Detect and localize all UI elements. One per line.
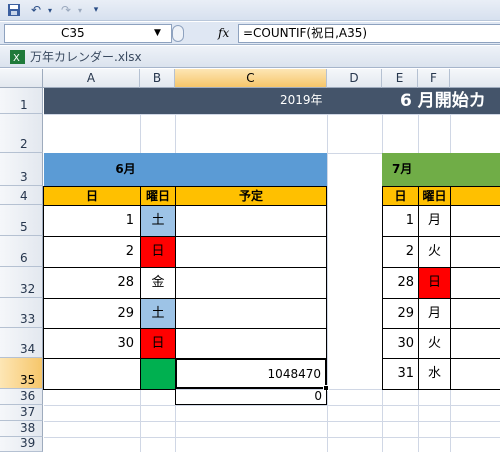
july-day-cell[interactable]: 28 bbox=[382, 267, 419, 299]
july-weekday-cell[interactable]: 火 bbox=[418, 328, 451, 359]
july-weekday-cell[interactable]: 日 bbox=[418, 267, 451, 299]
row-header-5[interactable]: 5 bbox=[0, 205, 43, 236]
july-day-cell[interactable]: 30 bbox=[382, 328, 419, 359]
customize-icon[interactable]: ▾ bbox=[88, 3, 104, 18]
july-month-label: 7月 bbox=[392, 162, 413, 176]
july-plan-cell[interactable] bbox=[450, 205, 500, 237]
row-number: 35 bbox=[20, 373, 36, 387]
july-plan-cell[interactable] bbox=[450, 236, 500, 268]
formula-input[interactable]: =COUNTIF(祝日,A35) bbox=[238, 24, 500, 43]
june-weekday-cell[interactable]: 日 bbox=[140, 328, 176, 359]
june-plan-cell[interactable] bbox=[175, 267, 327, 299]
workbook-title-bar: X 万年カレンダー.xlsx bbox=[0, 46, 500, 68]
calendar-title[interactable]: 6 月開始カ bbox=[400, 88, 486, 114]
july-day-cell[interactable]: 29 bbox=[382, 298, 419, 329]
fx-button[interactable]: fx bbox=[218, 24, 229, 43]
july-weekday-cell[interactable]: 水 bbox=[418, 358, 451, 390]
june-day-cell[interactable]: 28 bbox=[43, 267, 141, 299]
row-number: 2 bbox=[20, 137, 28, 151]
row-number: 32 bbox=[20, 282, 36, 296]
excel-file-icon: X bbox=[10, 50, 25, 64]
row-header-35[interactable]: 35 bbox=[0, 358, 43, 389]
row-header-34[interactable]: 34 bbox=[0, 328, 43, 358]
row-number: 39 bbox=[20, 436, 36, 450]
column-header-d[interactable]: D bbox=[327, 69, 382, 88]
select-all-corner[interactable] bbox=[0, 69, 43, 88]
name-box[interactable]: C35 bbox=[4, 24, 172, 43]
july-day-cell[interactable]: 2 bbox=[382, 236, 419, 268]
year-label[interactable]: 2019年 bbox=[280, 88, 323, 114]
column-header-c[interactable]: C bbox=[175, 69, 327, 88]
svg-text:X: X bbox=[13, 53, 20, 64]
column-header-b[interactable]: B bbox=[140, 69, 175, 88]
june-day-cell[interactable]: 2 bbox=[43, 236, 141, 268]
save-icon[interactable] bbox=[6, 3, 22, 18]
july-day-cell[interactable]: 31 bbox=[382, 358, 419, 390]
july-weekday-header[interactable]: 曜日 bbox=[418, 186, 451, 206]
formula-bar: C35 ▼ fx =COUNTIF(祝日,A35) bbox=[0, 22, 500, 45]
june-day-cell[interactable]: 29 bbox=[43, 298, 141, 329]
july-weekday-cell[interactable]: 月 bbox=[418, 205, 451, 237]
row-number: 5 bbox=[20, 220, 28, 234]
row-number: 37 bbox=[20, 405, 36, 419]
june-plan-header[interactable]: 予定 bbox=[175, 186, 327, 206]
quick-access-toolbar: ↶ ▾ ↷ ▾ ▾ bbox=[0, 0, 500, 21]
row-number: 6 bbox=[20, 251, 28, 265]
july-plan-cell[interactable] bbox=[450, 267, 500, 299]
july-plan-header[interactable] bbox=[450, 186, 500, 206]
row-header-1[interactable]: 1 bbox=[0, 88, 43, 114]
row-number: 33 bbox=[20, 312, 36, 326]
column-header-a[interactable]: A bbox=[43, 69, 140, 88]
chevron-down-icon[interactable]: ▼ bbox=[154, 25, 161, 42]
active-cell-c35[interactable]: 1048470 bbox=[175, 358, 327, 389]
june-weekday-cell[interactable]: 土 bbox=[140, 205, 176, 237]
june-plan-cell[interactable] bbox=[175, 205, 327, 237]
row-header-33[interactable]: 33 bbox=[0, 298, 43, 328]
june-month-label: 6月 bbox=[115, 162, 136, 176]
row-number: 34 bbox=[20, 342, 36, 356]
formula-controls: fx bbox=[172, 24, 238, 43]
redo-dropdown-icon[interactable]: ▾ bbox=[72, 3, 88, 18]
row-number: 4 bbox=[20, 189, 28, 203]
june-day-cell[interactable] bbox=[43, 358, 141, 390]
june-day-header[interactable]: 日 bbox=[43, 186, 141, 206]
june-weekday-cell[interactable]: 土 bbox=[140, 298, 176, 329]
row-number: 38 bbox=[20, 421, 36, 435]
column-header-g[interactable] bbox=[450, 69, 500, 88]
row-header-3[interactable]: 3 bbox=[0, 153, 43, 186]
row-header-4[interactable]: 4 bbox=[0, 186, 43, 205]
row-number: 3 bbox=[20, 170, 28, 184]
july-plan-cell[interactable] bbox=[450, 358, 500, 390]
row-header-32[interactable]: 32 bbox=[0, 267, 43, 298]
column-header-e[interactable]: E bbox=[382, 69, 418, 88]
column-header-f[interactable]: F bbox=[418, 69, 450, 88]
row-header-6[interactable]: 6 bbox=[0, 236, 43, 267]
row-header-39[interactable]: 39 bbox=[0, 436, 43, 452]
row-number: 1 bbox=[20, 98, 28, 112]
june-weekday-cell[interactable] bbox=[140, 358, 176, 390]
june-plan-cell[interactable] bbox=[175, 328, 327, 359]
july-plan-cell[interactable] bbox=[450, 298, 500, 329]
july-plan-cell[interactable] bbox=[450, 328, 500, 359]
june-weekday-cell[interactable]: 金 bbox=[140, 267, 176, 299]
row-header-37[interactable]: 37 bbox=[0, 405, 43, 421]
july-day-cell[interactable]: 1 bbox=[382, 205, 419, 237]
expand-handle-icon[interactable] bbox=[172, 25, 184, 42]
june-weekday-header[interactable]: 曜日 bbox=[140, 186, 176, 206]
june-plan-cell[interactable] bbox=[175, 298, 327, 329]
workbook-title: 万年カレンダー.xlsx bbox=[30, 50, 142, 64]
july-weekday-cell[interactable]: 火 bbox=[418, 236, 451, 268]
june-weekday-cell[interactable]: 日 bbox=[140, 236, 176, 268]
july-day-header[interactable]: 日 bbox=[382, 186, 419, 206]
cell-c36[interactable]: 0 bbox=[175, 389, 327, 405]
row-header-38[interactable]: 38 bbox=[0, 421, 43, 437]
june-day-cell[interactable]: 1 bbox=[43, 205, 141, 237]
june-day-cell[interactable]: 30 bbox=[43, 328, 141, 359]
row-header-2[interactable]: 2 bbox=[0, 114, 43, 153]
june-plan-cell[interactable] bbox=[175, 236, 327, 268]
july-weekday-cell[interactable]: 月 bbox=[418, 298, 451, 329]
row-number: 36 bbox=[20, 389, 36, 403]
undo-dropdown-icon[interactable]: ▾ bbox=[42, 3, 58, 18]
row-header-36[interactable]: 36 bbox=[0, 389, 43, 405]
